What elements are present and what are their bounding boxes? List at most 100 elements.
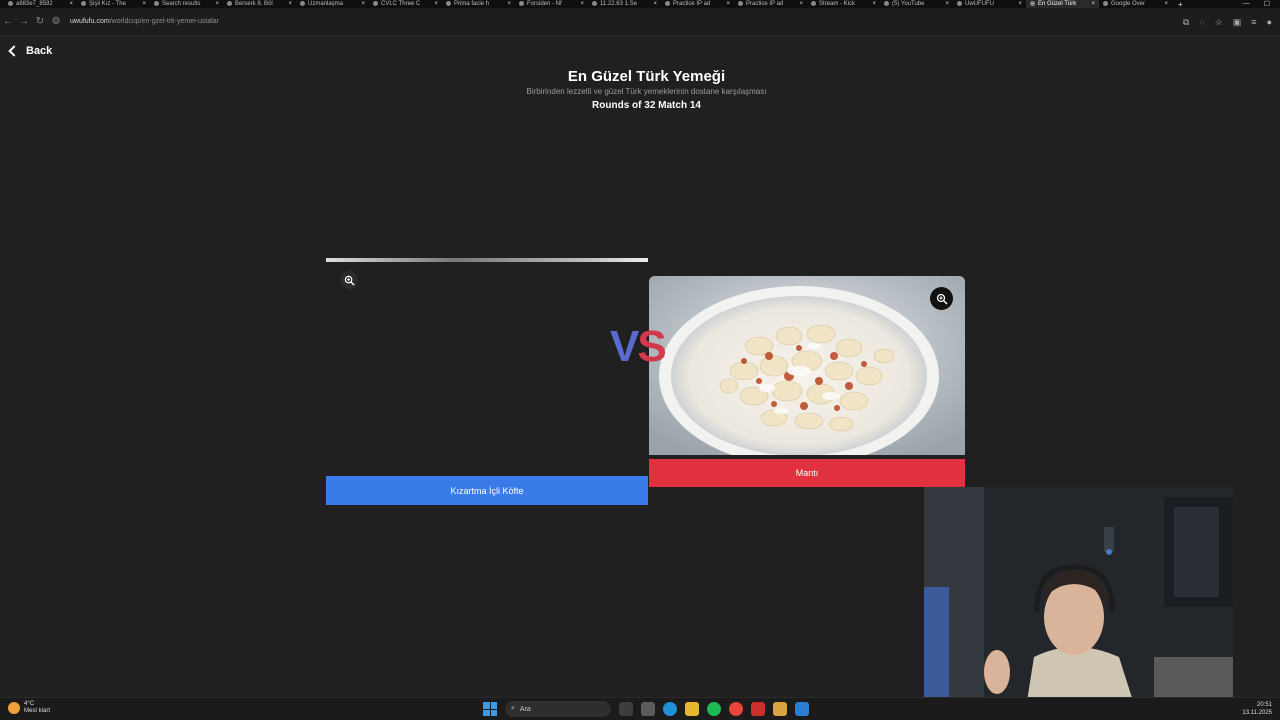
spotify-icon[interactable] — [707, 702, 721, 716]
browser-tab[interactable]: 11.22.63 1.Se × — [588, 0, 661, 8]
tab-label: Search results — [162, 1, 201, 7]
close-tab-icon[interactable]: × — [69, 0, 73, 8]
windows-start-icon[interactable] — [483, 702, 497, 716]
clock-date: 13.11.2025 — [1242, 710, 1272, 716]
browser-tab[interactable]: UwUFUFU × — [953, 0, 1026, 8]
tab-favicon-icon — [446, 0, 451, 6]
tab-favicon-icon — [957, 0, 962, 6]
back-label: Back — [26, 45, 53, 57]
edge-icon[interactable] — [663, 702, 677, 716]
browser-tab[interactable]: Uzmanlaşma × — [296, 0, 369, 8]
window-controls: — ☐ — [1243, 0, 1270, 8]
tab-label: CVLC Three C — [381, 1, 421, 7]
browser-tab[interactable]: (5) YouTube × — [880, 0, 953, 8]
file-explorer-icon[interactable] — [685, 702, 699, 716]
browser-tab[interactable]: Şişli Kız - The × — [77, 0, 150, 8]
back-button[interactable]: Back — [8, 45, 53, 57]
tab-label: Practice IP ad — [746, 1, 784, 7]
os-taskbar: 4°C Mest klart ⌕ Ara 20:51 13.11.2025 — [0, 697, 1280, 720]
close-tab-icon[interactable]: × — [507, 0, 511, 8]
tab-label: Forsiden - Nf — [527, 1, 562, 7]
right-choice-button[interactable]: Mantı — [649, 459, 965, 487]
tab-favicon-icon — [227, 0, 232, 6]
minimize-icon[interactable]: — — [1243, 0, 1250, 8]
forward-arrow-icon[interactable]: → — [16, 16, 32, 27]
browser-tab[interactable]: CVLC Three C × — [369, 0, 442, 8]
browser-tab[interactable]: Google Over × — [1099, 0, 1172, 8]
translate-icon[interactable]: ⧉ — [1183, 17, 1189, 28]
browser-tab[interactable]: Practice IP ad × — [661, 0, 734, 8]
weather-icon — [8, 702, 20, 714]
browser-tab[interactable]: Berserk 8. Böl × — [223, 0, 296, 8]
reload-icon[interactable]: ↻ — [32, 16, 48, 27]
url-domain: uwufufu.com — [70, 18, 110, 25]
app-icon[interactable] — [773, 702, 787, 716]
chevron-left-icon — [8, 45, 20, 57]
tab-label: Practice IP ad — [673, 1, 711, 7]
weather-temp: 4°C — [24, 701, 35, 707]
tab-label: (5) YouTube — [892, 1, 925, 7]
tab-label: Google Over — [1111, 1, 1146, 7]
maximize-icon[interactable]: ☐ — [1264, 0, 1270, 8]
back-arrow-icon[interactable]: ← — [0, 16, 16, 27]
browser-tab[interactable]: En Güzel Türk × — [1026, 0, 1099, 8]
close-tab-icon[interactable]: × — [580, 0, 584, 8]
weather-widget[interactable]: 4°C Mest klart — [8, 701, 50, 715]
page-title: En Güzel Türk Yemeği — [567, 68, 726, 85]
system-clock[interactable]: 20:51 13.11.2025 — [1242, 701, 1272, 717]
tab-favicon-icon — [665, 0, 670, 6]
close-tab-icon[interactable]: × — [726, 0, 730, 8]
browser-tab[interactable]: Prima facie h × — [442, 0, 515, 8]
browser-tab[interactable]: Forsiden - Nf × — [515, 0, 588, 8]
close-tab-icon[interactable]: × — [215, 0, 219, 8]
close-tab-icon[interactable]: × — [1091, 0, 1095, 8]
zoom-icon[interactable] — [930, 287, 953, 310]
profile-icon[interactable]: ● — [1267, 17, 1272, 28]
tab-favicon-icon — [8, 0, 13, 6]
browser-tab[interactable]: a883e7_8592 × — [4, 0, 77, 8]
taskbar-search[interactable]: ⌕ Ara — [505, 701, 611, 717]
search-icon: ⌕ — [511, 705, 515, 712]
task-view-icon[interactable] — [619, 702, 633, 716]
tab-label: Şişli Kız - The — [89, 1, 126, 7]
tab-favicon-icon — [519, 0, 524, 6]
close-tab-icon[interactable]: × — [361, 0, 365, 8]
tab-favicon-icon — [373, 0, 378, 6]
url-field[interactable]: uwufufu.com/worldcup/en-gzel-trk-yemei-u… — [70, 18, 219, 25]
close-tab-icon[interactable]: × — [1018, 0, 1022, 8]
app-icon[interactable] — [751, 702, 765, 716]
browser-tab[interactable]: Search results × — [150, 0, 223, 8]
menu-icon[interactable]: ≡ — [1251, 17, 1256, 28]
left-choice-button[interactable]: Kızartma İçli Köfte — [326, 476, 648, 505]
zoom-icon[interactable] — [340, 271, 358, 289]
extensions-icon[interactable]: ▣ — [1233, 17, 1242, 28]
tab-label: Prima facie h — [454, 1, 490, 7]
tab-label: Stream - Kick — [819, 1, 856, 7]
close-tab-icon[interactable]: × — [142, 0, 146, 8]
close-tab-icon[interactable]: × — [872, 0, 876, 8]
close-tab-icon[interactable]: × — [945, 0, 949, 8]
close-tab-icon[interactable]: × — [434, 0, 438, 8]
tab-favicon-icon — [1103, 0, 1108, 6]
page-subtitle: Birbirinden lezzetli ve güzel Türk yemek… — [526, 87, 767, 96]
chrome-icon[interactable] — [729, 702, 743, 716]
steam-icon[interactable] — [795, 702, 809, 716]
hide-icon[interactable]: ◌ — [1199, 17, 1204, 28]
browser-tab[interactable]: Practice IP ad × — [734, 0, 807, 8]
weather-desc: Mest klart — [24, 708, 51, 714]
tab-label: a883e7_8592 — [16, 1, 53, 7]
bookmark-star-icon[interactable]: ☆ — [1215, 17, 1223, 28]
close-tab-icon[interactable]: × — [1164, 0, 1168, 8]
right-choice-image[interactable] — [649, 276, 965, 455]
tab-label: Berserk 8. Böl — [235, 1, 273, 7]
tab-label: En Güzel Türk — [1038, 1, 1077, 7]
store-icon[interactable] — [641, 702, 655, 716]
close-tab-icon[interactable]: × — [799, 0, 803, 8]
close-tab-icon[interactable]: × — [288, 0, 292, 8]
tab-favicon-icon — [300, 0, 305, 6]
close-tab-icon[interactable]: × — [653, 0, 657, 8]
tab-favicon-icon — [1030, 0, 1035, 6]
left-choice-image[interactable] — [326, 258, 648, 262]
site-info-icon[interactable]: ⚙ — [48, 16, 64, 27]
browser-tab[interactable]: Stream - Kick × — [807, 0, 880, 8]
